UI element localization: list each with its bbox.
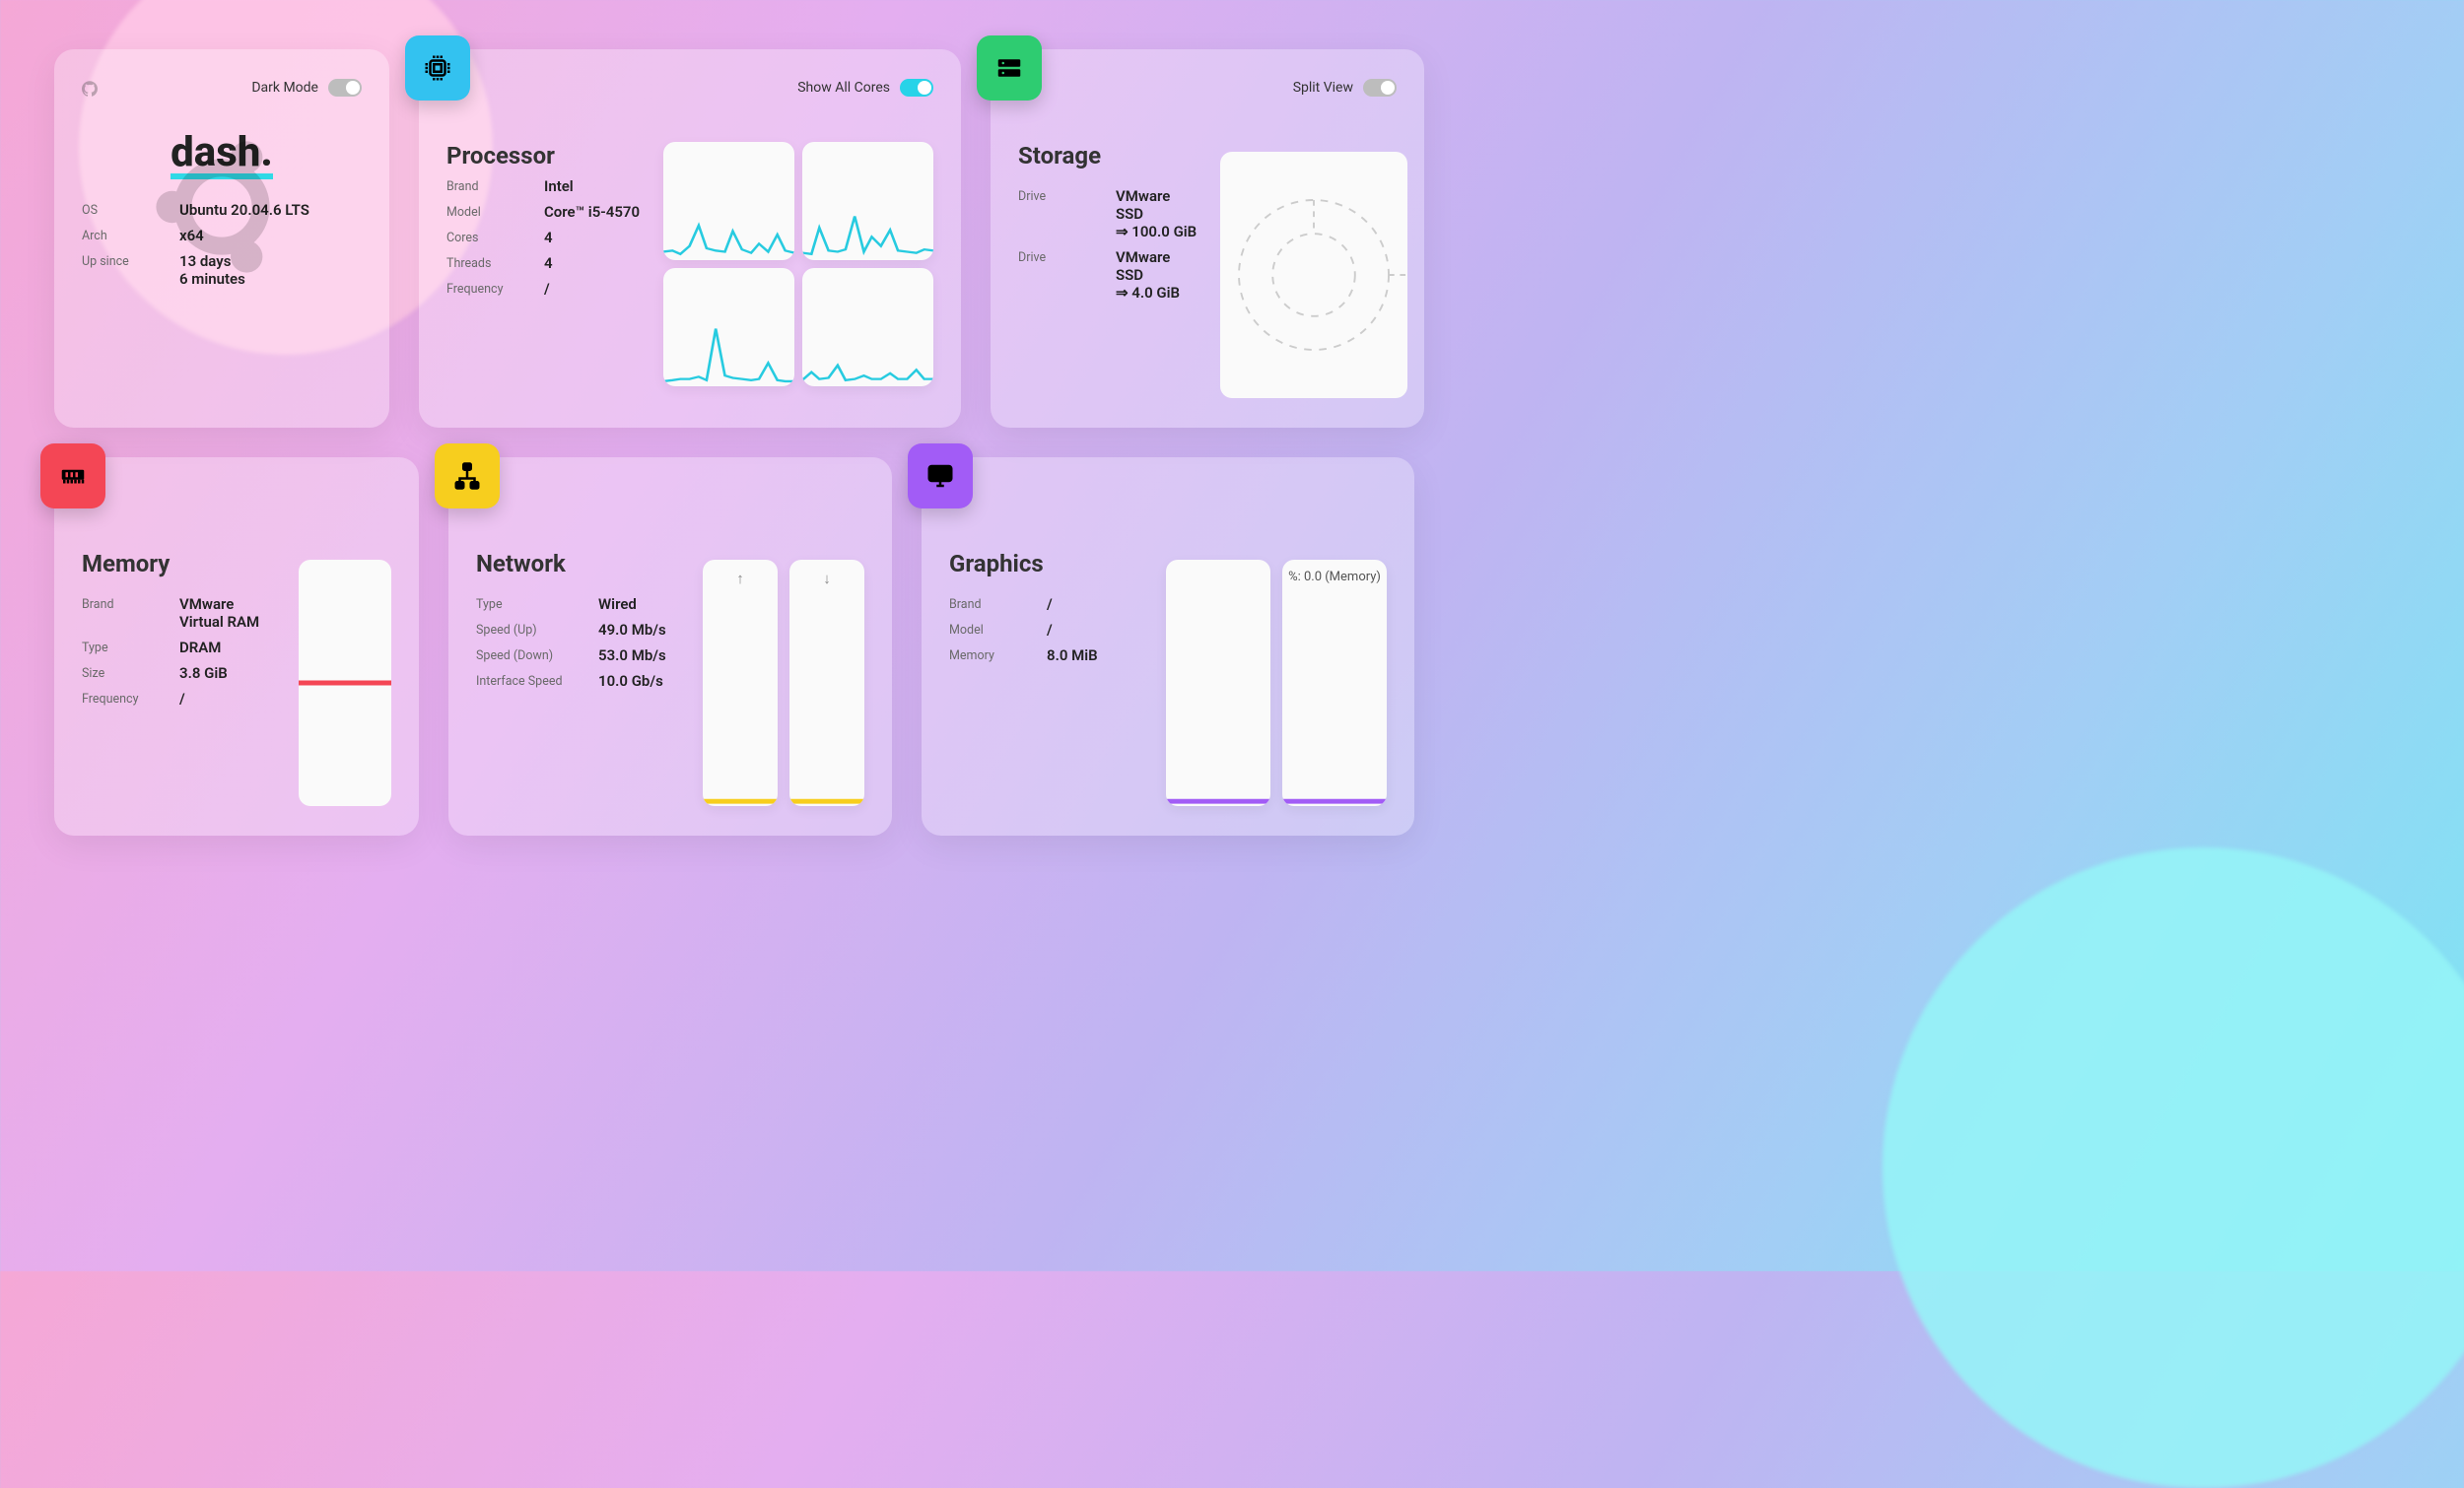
arch-label: Arch	[82, 227, 166, 244]
memory-icon	[40, 443, 105, 508]
app-logo: dash.	[82, 128, 362, 179]
split-view-label: Split View	[1293, 80, 1353, 96]
split-view-toggle[interactable]	[1363, 79, 1397, 97]
memory-chart	[299, 560, 391, 806]
storage-donut-chart	[1220, 152, 1407, 398]
cpu-core-3-chart	[802, 268, 933, 386]
dark-mode-label: Dark Mode	[251, 80, 318, 96]
dark-mode-toggle[interactable]	[328, 79, 362, 97]
github-icon[interactable]	[82, 81, 98, 97]
storage-icon	[977, 35, 1042, 101]
gpu-icon	[908, 443, 973, 508]
uptime-label: Up since	[82, 252, 166, 288]
storage-card: Split View Storage Drive VMware SSD⇒ 100…	[991, 49, 1424, 428]
gpu-memory-chart: %: 0.0 (Memory)	[1282, 560, 1387, 806]
memory-card: Memory BrandVMware Virtual RAM TypeDRAM …	[54, 457, 419, 836]
cpu-core-0-chart	[663, 142, 794, 260]
gpu-memory-overlay: %: 0.0 (Memory)	[1288, 570, 1381, 584]
os-label: OS	[82, 201, 166, 219]
os-value: Ubuntu 20.04.6 LTS	[179, 201, 362, 219]
arch-value: x64	[179, 227, 362, 244]
cpu-icon	[405, 35, 470, 101]
arrow-down-icon: ↓	[823, 570, 831, 587]
uptime-value: 13 days6 minutes	[179, 252, 362, 288]
network-icon	[435, 443, 500, 508]
show-cores-label: Show All Cores	[797, 80, 890, 96]
cpu-core-1-chart	[802, 142, 933, 260]
graphics-card: Graphics Brand/ Model/ Memory8.0 MiB %: …	[922, 457, 1414, 836]
cpu-core-2-chart	[663, 268, 794, 386]
arrow-up-icon: ↑	[736, 570, 744, 587]
network-card: Network TypeWired Speed (Up)49.0 Mb/s Sp…	[448, 457, 892, 836]
gpu-load-chart	[1166, 560, 1270, 806]
processor-card: Show All Cores Processor BrandIntel Mode…	[419, 49, 961, 428]
network-up-chart: ↑	[703, 560, 778, 806]
network-down-chart: ↓	[789, 560, 864, 806]
show-cores-toggle[interactable]	[900, 79, 933, 97]
system-info-card: Dark Mode dash. OS Ubuntu 20.04.6 LTS Ar…	[54, 49, 389, 428]
